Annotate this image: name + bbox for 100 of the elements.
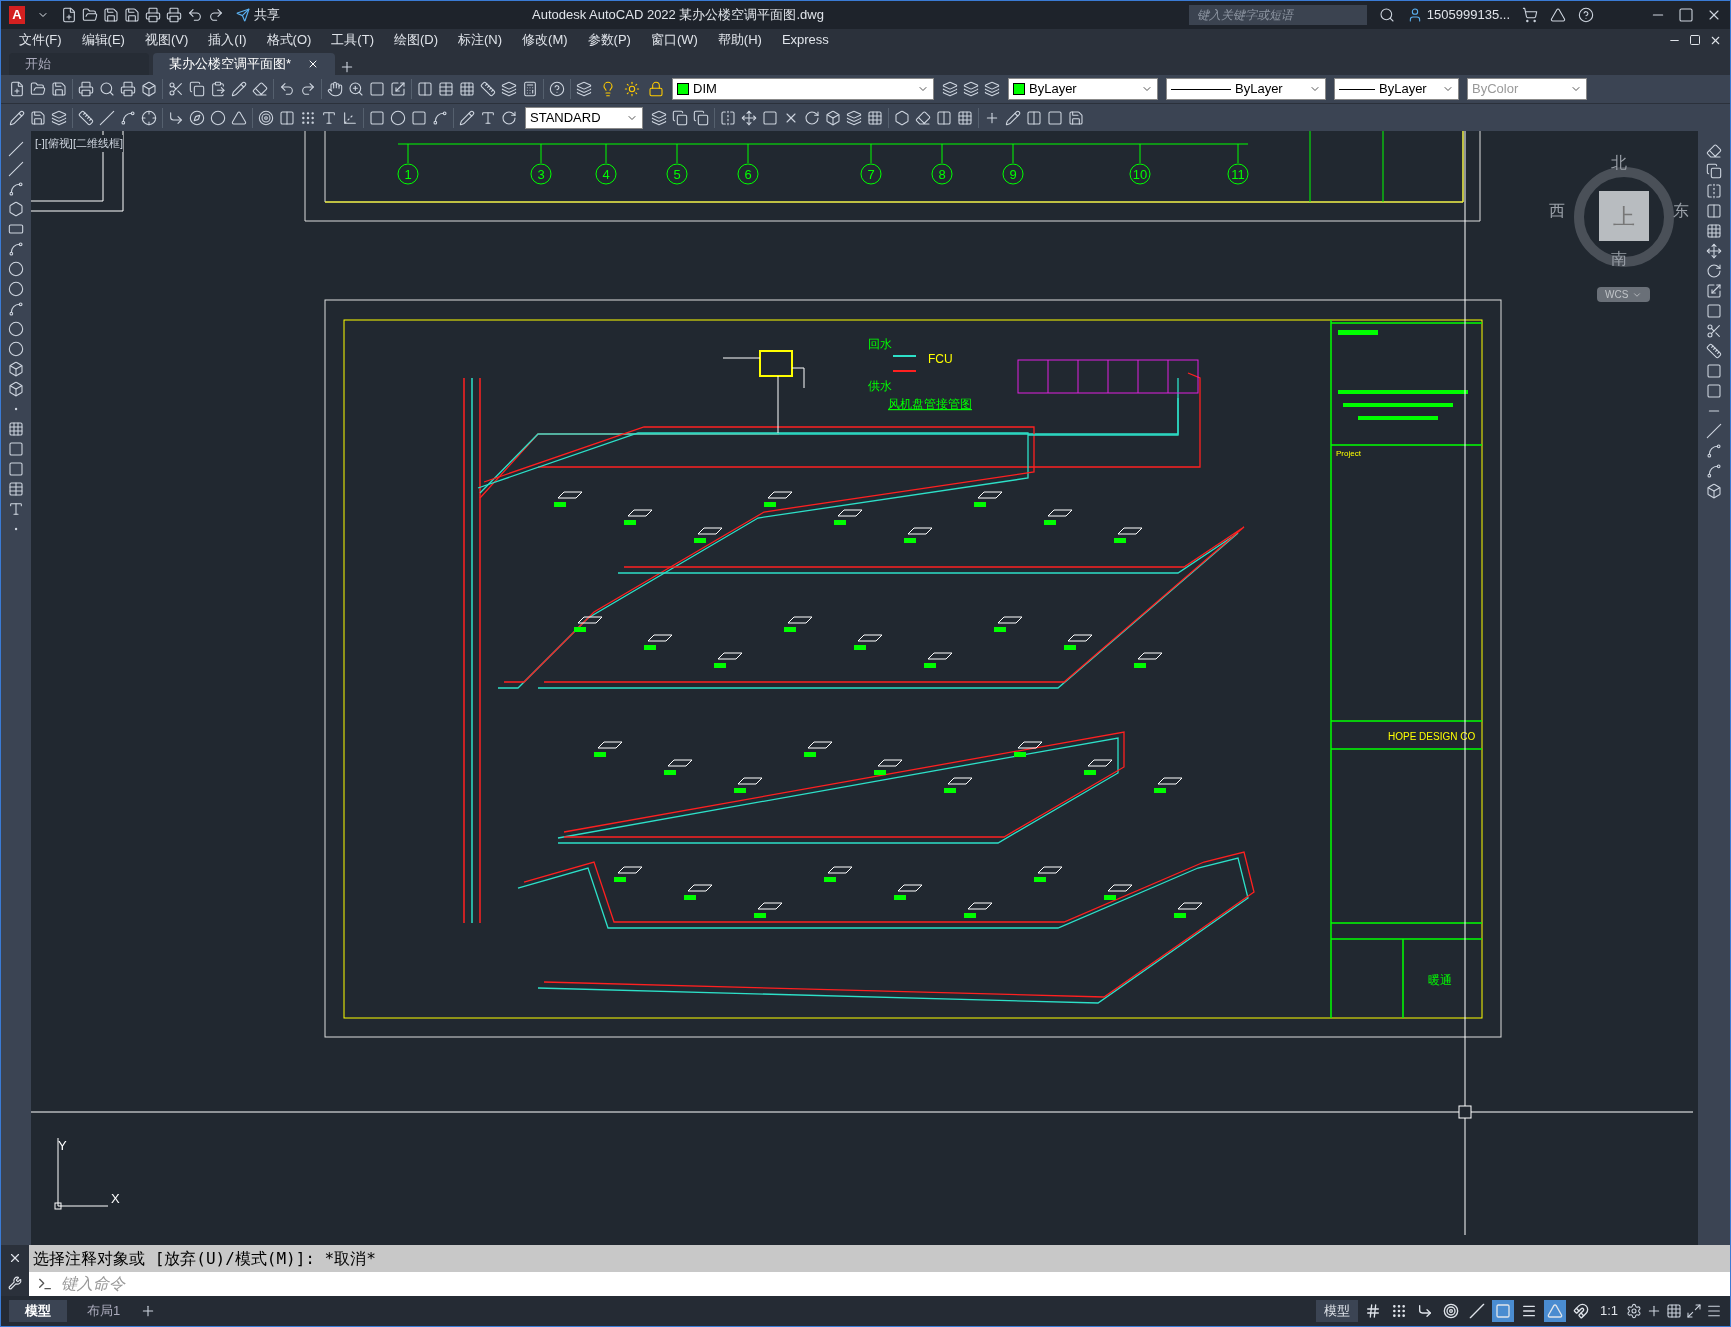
diameter-icon[interactable]: [189, 109, 205, 126]
search-icon[interactable]: [1378, 7, 1395, 23]
update-icon[interactable]: [501, 109, 517, 126]
isolate-icon[interactable]: [1666, 1303, 1682, 1319]
redo-icon[interactable]: [300, 81, 316, 97]
hatch-icon[interactable]: [8, 421, 24, 437]
layer-dropdown[interactable]: DIM: [672, 78, 934, 100]
layer-match-icon[interactable]: [984, 81, 1000, 97]
cart-icon[interactable]: [1522, 7, 1538, 23]
annotation-scale[interactable]: 1:1: [1595, 1301, 1622, 1321]
annotation-toggle[interactable]: [1543, 1300, 1566, 1322]
printer-icon[interactable]: [166, 7, 182, 23]
plus-icon[interactable]: [1646, 1303, 1662, 1319]
document-tab[interactable]: 开始: [9, 53, 149, 75]
layers-icon[interactable]: [51, 109, 67, 126]
ellipse-arc-icon[interactable]: [8, 341, 24, 357]
block-icon[interactable]: [825, 109, 841, 126]
menu-item[interactable]: 视图(V): [134, 30, 199, 50]
printer-icon[interactable]: [78, 81, 94, 97]
join-icon[interactable]: [936, 109, 952, 126]
extend-icon[interactable]: [1706, 343, 1722, 359]
circle-icon[interactable]: [8, 261, 24, 277]
arc-icon[interactable]: [8, 241, 24, 257]
insert-block-icon[interactable]: [8, 361, 24, 377]
blend-curves-icon[interactable]: [1706, 463, 1722, 479]
tolerance-icon[interactable]: [342, 109, 358, 126]
layout-tab[interactable]: 布局1: [71, 1300, 137, 1322]
pan-icon[interactable]: [327, 81, 343, 97]
radius-icon[interactable]: [168, 109, 184, 126]
save-icon[interactable]: [51, 81, 67, 97]
restore-icon[interactable]: [1689, 34, 1701, 46]
copy-objects-icon[interactable]: [651, 109, 667, 126]
polygon-icon[interactable]: [8, 201, 24, 217]
fillet-icon[interactable]: [1706, 443, 1722, 459]
help-icon[interactable]: [1578, 7, 1594, 23]
table-icon[interactable]: [8, 481, 24, 497]
sun-icon[interactable]: [624, 81, 640, 97]
erase-icon[interactable]: [1706, 143, 1722, 159]
drawing-canvas[interactable]: [-][俯视][二维线框] 1 3 4 5 6 7 8 9 10 11 FCU 回水 供水 风机盘管接管图 Project HOPE DESIGN CO 暖通 Y X 北 西 上 东 南 WCS: [31, 131, 1698, 1245]
compass-label[interactable]: 东: [1673, 199, 1689, 223]
menu-item[interactable]: Express: [771, 30, 839, 50]
zoom-window-icon[interactable]: [369, 81, 385, 97]
menu-item[interactable]: 编辑(E): [71, 30, 135, 50]
make-block-icon[interactable]: [8, 381, 24, 397]
text-icon[interactable]: [8, 501, 24, 517]
folder-icon[interactable]: [30, 81, 46, 97]
terminal-icon[interactable]: [37, 1276, 53, 1292]
match-properties-icon[interactable]: [231, 81, 247, 97]
eraser-icon[interactable]: [252, 81, 268, 97]
layer-manager-icon[interactable]: [576, 81, 592, 97]
angle-icon[interactable]: [231, 109, 247, 126]
user-name[interactable]: 1505999135...: [1426, 5, 1510, 25]
zoom-icon[interactable]: [348, 81, 364, 97]
split-icon[interactable]: [1026, 109, 1042, 126]
lightbulb-icon[interactable]: [600, 81, 616, 97]
lineweight-dropdown[interactable]: ByLayer: [1334, 78, 1459, 100]
menu-item[interactable]: 格式(O): [256, 30, 322, 50]
properties-icon[interactable]: [417, 81, 433, 97]
brush-icon[interactable]: [1005, 109, 1021, 126]
menu-icon[interactable]: [1706, 1303, 1722, 1319]
help-icon[interactable]: [549, 81, 565, 97]
save-icon[interactable]: [103, 7, 119, 23]
offset-icon[interactable]: [1706, 203, 1722, 219]
explode-icon[interactable]: [1706, 483, 1722, 499]
arc-length-icon[interactable]: [120, 109, 136, 126]
array-icon[interactable]: [1706, 223, 1722, 239]
menu-item[interactable]: 工具(T): [321, 30, 384, 50]
folder-icon[interactable]: [82, 7, 98, 23]
palettes-icon[interactable]: [459, 81, 475, 97]
lock-icon[interactable]: [648, 81, 664, 97]
undo-icon[interactable]: [279, 81, 295, 97]
spline-icon[interactable]: [8, 301, 24, 317]
share-button[interactable]: 共享: [236, 5, 280, 25]
menu-item[interactable]: 修改(M): [512, 30, 578, 50]
continue-icon[interactable]: [300, 109, 316, 126]
layer-states-icon[interactable]: [963, 81, 979, 97]
menu-item[interactable]: 文件(F): [9, 30, 72, 50]
move-icon[interactable]: [741, 109, 757, 126]
maximize-icon[interactable]: [1678, 7, 1694, 23]
jog-icon[interactable]: [432, 109, 448, 126]
menu-item[interactable]: 帮助(H): [707, 30, 772, 50]
ellipse-icon[interactable]: [8, 321, 24, 337]
group-icon[interactable]: [867, 109, 883, 126]
polyline-icon[interactable]: [8, 181, 24, 197]
aligned-dimension-icon[interactable]: [99, 109, 115, 126]
menu-item[interactable]: 绘图(D): [383, 30, 448, 50]
dimension-text-icon[interactable]: [321, 109, 337, 126]
viewport-label[interactable]: [-][俯视][二维线框]: [35, 135, 123, 152]
save-as-icon[interactable]: [124, 7, 140, 23]
move-icon[interactable]: [1706, 243, 1722, 259]
mirror-icon[interactable]: [1706, 183, 1722, 199]
sheet-set-icon[interactable]: [480, 81, 496, 97]
undo-icon[interactable]: [187, 7, 203, 23]
app-logo-icon[interactable]: A: [9, 6, 25, 24]
preview-icon[interactable]: [99, 81, 115, 97]
plot-icon[interactable]: [145, 7, 161, 23]
paper-plane-icon[interactable]: [236, 8, 250, 22]
chamfer-icon[interactable]: [1706, 423, 1722, 439]
new-file-icon[interactable]: [9, 81, 25, 97]
markup-icon[interactable]: [501, 81, 517, 97]
